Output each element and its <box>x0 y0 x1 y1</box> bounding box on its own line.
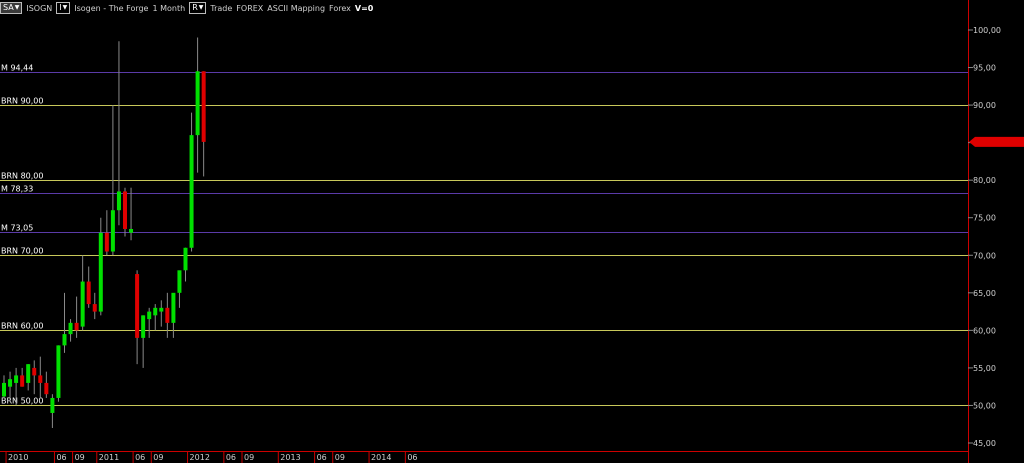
y-tick-label: 95,00 <box>973 64 996 73</box>
candle-down <box>135 274 140 338</box>
x-tick-label: 2014 <box>371 453 391 462</box>
horizontal-levels: M 94,44 BRN 90,00 BRN 80,00 M 78,33 M 73,05 B… <box>0 64 968 406</box>
candle-up <box>80 281 85 327</box>
candlestick-chart[interactable]: M 94,44 BRN 90,00 BRN 80,00 M 78,33 M 73,05 B… <box>0 0 1024 463</box>
candle-up <box>183 247 188 271</box>
candle-up <box>116 191 121 211</box>
y-tick-label: 75,00 <box>973 214 996 223</box>
candle-up <box>177 270 182 293</box>
candle-up <box>153 307 158 316</box>
candle-down <box>38 375 43 383</box>
level-label: M 94,44 <box>1 64 33 73</box>
y-tick-label: 55,00 <box>973 364 996 373</box>
level-label: M 78,33 <box>1 185 33 194</box>
y-tick-label: 100,00 <box>973 26 1001 35</box>
x-tick-label: 09 <box>335 453 345 462</box>
y-tick-label: 90,00 <box>973 101 996 110</box>
y-tick-label: 80,00 <box>973 176 996 185</box>
price-axis: 45,00 50,00 55,00 60,00 65,00 70,00 75,00 80,00… <box>968 0 1024 463</box>
candle-down <box>92 304 97 312</box>
level-label: BRN 70,00 <box>1 247 43 256</box>
candle-up <box>98 232 103 312</box>
candle-down <box>123 191 127 229</box>
candle-up <box>147 311 152 320</box>
candle-up <box>189 135 194 248</box>
y-tick-label: 60,00 <box>973 326 996 335</box>
last-price-marker <box>969 136 1024 147</box>
candle-down <box>32 367 37 376</box>
candle-up <box>159 307 164 312</box>
level-label: BRN 60,00 <box>1 322 43 331</box>
candle-up <box>2 382 6 397</box>
candle-up <box>171 292 176 323</box>
candle-down <box>44 382 49 395</box>
x-tick-label: 2010 <box>8 453 28 462</box>
level-label: M 73,05 <box>1 224 33 233</box>
y-tick-label: 50,00 <box>973 401 996 410</box>
candle-down <box>86 281 91 305</box>
candle-down <box>165 307 170 323</box>
x-tick-label: 06 <box>407 453 417 462</box>
x-tick-label: 2011 <box>99 453 119 462</box>
x-tick-label: 2012 <box>190 453 210 462</box>
candle-down <box>104 232 109 252</box>
candle-down <box>201 71 206 142</box>
x-tick-label: 09 <box>75 453 85 462</box>
candle-up <box>68 322 73 335</box>
x-tick-label: 06 <box>135 453 145 462</box>
candle-up <box>141 315 146 338</box>
x-tick-label: 06 <box>56 453 66 462</box>
y-tick-label: 65,00 <box>973 289 996 298</box>
x-tick-label: 06 <box>317 453 327 462</box>
candle-up <box>26 364 31 383</box>
candle-up <box>8 379 13 387</box>
candle-up <box>14 375 19 383</box>
candle-up <box>110 210 115 252</box>
y-tick-label: 45,00 <box>973 439 996 448</box>
time-axis: 2010 06 09 2011 06 09 2012 06 09 2013 06 09 2014 06 <box>0 451 968 463</box>
x-tick-label: 2013 <box>280 453 300 462</box>
level-label: BRN 80,00 <box>1 172 43 181</box>
candle-up <box>195 71 200 136</box>
x-tick-label: 09 <box>153 453 163 462</box>
candle-up <box>50 397 55 413</box>
x-tick-label: 09 <box>244 453 254 462</box>
candle-down <box>20 375 25 387</box>
candle-down <box>74 322 79 331</box>
level-label: BRN 90,00 <box>1 97 43 106</box>
level-label: BRN 50,00 <box>1 397 43 406</box>
y-tick-label: 70,00 <box>973 251 996 260</box>
candle-up <box>129 228 134 233</box>
x-tick-label: 06 <box>226 453 236 462</box>
candle-up <box>62 334 67 346</box>
candle-up <box>56 345 61 398</box>
